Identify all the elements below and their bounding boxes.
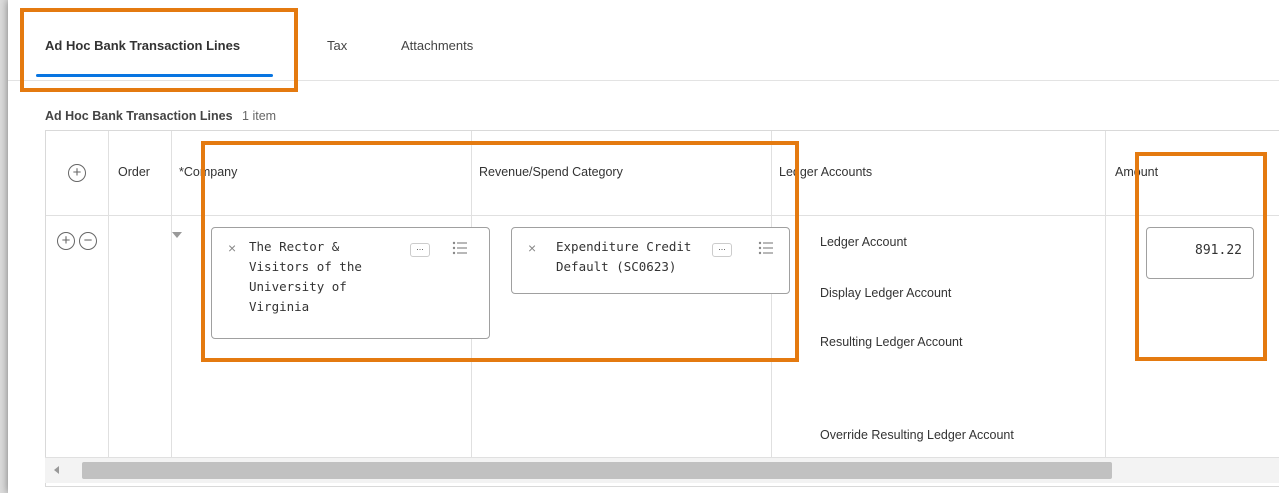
add-circle-icon[interactable]: + [57, 232, 75, 250]
company-value: The Rector & Visitors of the University … [249, 239, 362, 314]
revenue-spend-category-field[interactable]: × Expenditure Credit Default (SC0623) ..… [511, 227, 790, 294]
column-divider [1105, 131, 1106, 461]
amount-input[interactable]: 891.22 [1146, 227, 1254, 279]
remove-circle-icon[interactable]: − [79, 232, 97, 250]
add-circle-icon[interactable]: + [68, 164, 86, 182]
tab-bar: Ad Hoc Bank Transaction Lines Tax Attach… [8, 0, 1279, 81]
ledger-account-label: Ledger Account [820, 235, 907, 249]
close-icon[interactable]: × [528, 240, 536, 256]
amount-value: 891.22 [1195, 243, 1242, 258]
list-icon[interactable] [452, 241, 468, 255]
horizontal-scrollbar[interactable] [45, 457, 1279, 483]
active-tab-indicator [36, 74, 273, 77]
company-field[interactable]: × The Rector & Visitors of the Universit… [211, 227, 490, 339]
column-header-amount[interactable]: Amount [1115, 165, 1158, 179]
category-value: Expenditure Credit Default (SC0623) [556, 239, 692, 274]
section-title: Ad Hoc Bank Transaction Lines 1 item [45, 109, 276, 123]
header-divider [46, 215, 1279, 216]
resulting-ledger-account-label: Resulting Ledger Account [820, 335, 963, 349]
tab-tax[interactable]: Tax [327, 38, 347, 53]
column-header-revenue-spend-category[interactable]: Revenue/Spend Category [479, 165, 623, 179]
more-icon[interactable]: ... [712, 243, 732, 257]
order-dropdown-caret-icon[interactable] [172, 232, 182, 238]
tab-attachments[interactable]: Attachments [401, 38, 473, 53]
tab-ad-hoc-bank-transaction-lines[interactable]: Ad Hoc Bank Transaction Lines [45, 38, 240, 53]
close-icon[interactable]: × [228, 240, 236, 256]
display-ledger-account-label: Display Ledger Account [820, 286, 952, 300]
override-resulting-ledger-account-label: Override Resulting Ledger Account [820, 428, 1014, 442]
list-icon[interactable] [758, 241, 774, 255]
column-header-order[interactable]: Order [118, 165, 150, 179]
section-title-text: Ad Hoc Bank Transaction Lines [45, 109, 233, 123]
column-header-ledger-accounts[interactable]: Ledger Accounts [779, 165, 872, 179]
scroll-left-arrow-icon[interactable] [54, 466, 59, 474]
section-item-count: 1 item [242, 109, 277, 123]
app-frame: Ad Hoc Bank Transaction Lines Tax Attach… [8, 0, 1279, 493]
more-icon[interactable]: ... [410, 243, 430, 257]
column-divider [171, 131, 172, 461]
scrollbar-thumb[interactable] [82, 462, 1112, 479]
column-divider [108, 131, 109, 461]
column-header-company[interactable]: *Company [179, 165, 237, 179]
column-divider [771, 131, 772, 461]
